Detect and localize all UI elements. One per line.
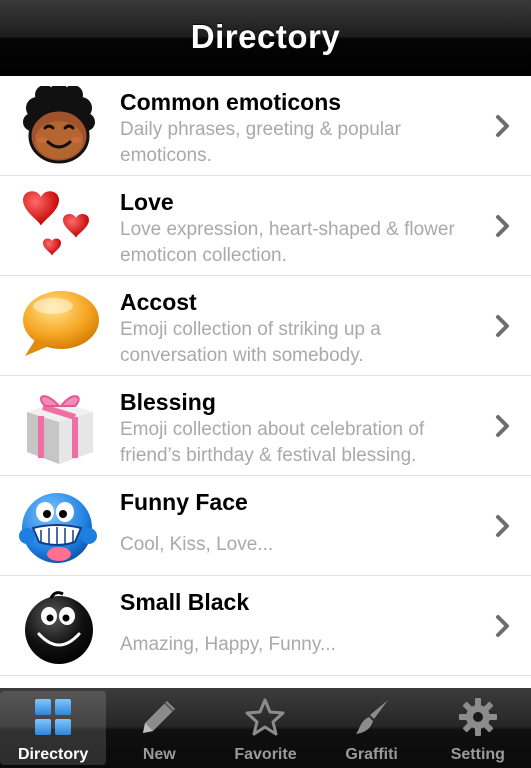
- list-item-funny-face[interactable]: Funny Face Cool, Kiss, Love...: [0, 476, 531, 576]
- tab-bar: Directory New Favorite Graffiti Setting: [0, 688, 531, 768]
- blue-face-icon: [15, 486, 103, 566]
- black-face-icon: [15, 586, 103, 666]
- list-item-description: Emoji collection about celebration of fr…: [120, 419, 425, 466]
- chevron-right-icon: [496, 215, 509, 237]
- chevron-right-icon: [496, 115, 509, 137]
- list-item-accost[interactable]: Accost Emoji collection of striking up a…: [0, 276, 531, 376]
- category-list: Common emoticons Daily phrases, greeting…: [0, 76, 531, 676]
- list-item-description: Daily phrases, greeting & popular emotic…: [120, 119, 401, 166]
- speech-bubble-icon: [15, 286, 103, 366]
- list-item-title: Accost: [120, 289, 197, 315]
- brush-icon: [355, 700, 388, 734]
- tab-directory[interactable]: Directory: [0, 691, 107, 765]
- afro-face-icon: [15, 86, 103, 166]
- list-item-common-emoticons[interactable]: Common emoticons Daily phrases, greeting…: [0, 76, 531, 176]
- tab-label: Setting: [450, 746, 505, 763]
- list-item-small-black[interactable]: Small Black Amazing, Happy, Funny...: [0, 576, 531, 676]
- page-title: Directory: [190, 17, 341, 55]
- tab-graffiti[interactable]: Graffiti: [319, 688, 425, 768]
- chevron-right-icon: [496, 515, 509, 537]
- gift-box-icon: [15, 386, 103, 466]
- tab-favorite[interactable]: Favorite: [212, 688, 318, 768]
- list-item-description: Love expression, heart-shaped & flower e…: [120, 219, 455, 266]
- grid-icon: [35, 699, 72, 735]
- navigation-bar: Directory: [0, 0, 531, 76]
- list-item-description: Amazing, Happy, Funny...: [120, 634, 336, 655]
- tab-label: New: [142, 746, 176, 763]
- tab-new[interactable]: New: [106, 688, 212, 768]
- list-item-title: Love: [120, 189, 174, 215]
- hearts-icon: [15, 186, 103, 266]
- list-item-title: Funny Face: [120, 489, 248, 515]
- chevron-right-icon: [496, 415, 509, 437]
- list-item-blessing[interactable]: Blessing Emoji collection about celebrat…: [0, 376, 531, 476]
- list-item-description: Emoji collection of striking up a conver…: [120, 319, 381, 366]
- tab-label: Directory: [17, 746, 89, 763]
- list-item-title: Common emoticons: [120, 89, 342, 115]
- list-item-description: Cool, Kiss, Love...: [120, 534, 274, 555]
- tab-label: Graffiti: [345, 746, 398, 763]
- gear-icon: [458, 698, 497, 736]
- chevron-right-icon: [496, 615, 509, 637]
- tab-label: Favorite: [234, 746, 297, 763]
- star-icon: [245, 698, 285, 736]
- list-item-title: Small Black: [120, 589, 250, 615]
- pencil-icon: [143, 701, 176, 733]
- list-item-title: Blessing: [120, 389, 216, 415]
- list-item-love[interactable]: Love Love expression, heart-shaped & flo…: [0, 176, 531, 276]
- tab-setting[interactable]: Setting: [425, 688, 531, 768]
- chevron-right-icon: [496, 315, 509, 337]
